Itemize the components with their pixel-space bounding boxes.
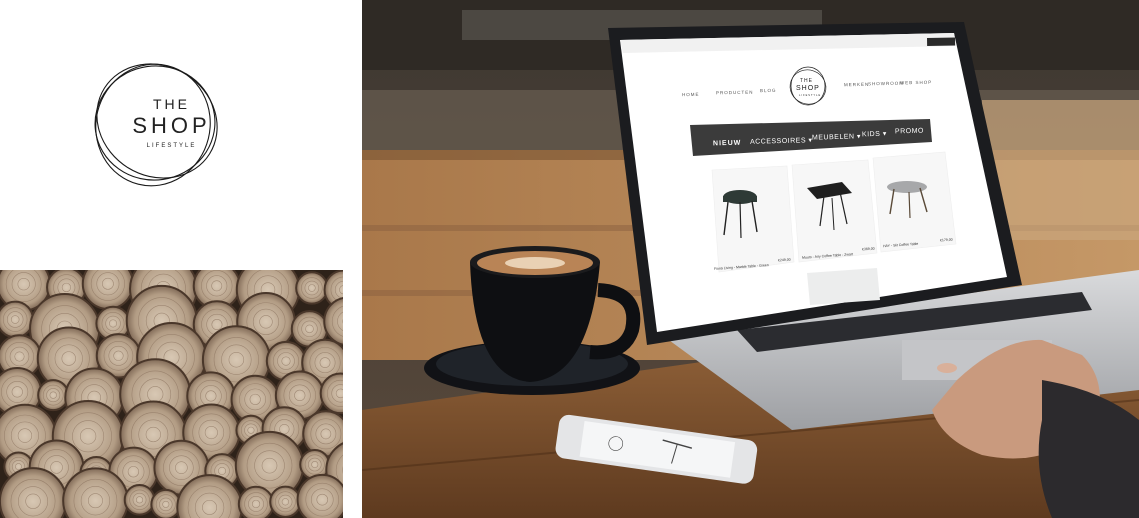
site-logo-shop: SHOP: [796, 85, 820, 92]
log-end: [296, 473, 343, 518]
site-nav-webshop: WEB SHOP: [899, 79, 933, 86]
site-menu-promo: PROMO: [894, 127, 925, 136]
site-menu-accessoires: ACCESSOIRES ▾: [749, 137, 813, 146]
logo-the: THE: [153, 96, 190, 112]
log-end: [0, 300, 35, 339]
site-nav-producten: PRODUCTEN: [715, 89, 754, 96]
log-end: [123, 483, 156, 516]
logo-lifestyle: LIFESTYLE: [146, 143, 197, 149]
log-end: [295, 271, 329, 305]
site-logo-the: THE: [800, 78, 813, 84]
logo-panel: THE SHOP LIFESTYLE: [0, 0, 343, 250]
log-end: [37, 379, 70, 412]
logo-shop: SHOP: [132, 113, 211, 138]
log-end: [269, 485, 302, 518]
photo-scene: [362, 0, 1139, 518]
site-menu-kids: KIDS ▾: [861, 130, 887, 139]
wood-logs-photo: [0, 270, 343, 518]
site-menu-nieuw: NIEUW: [712, 139, 742, 148]
laptop-cafe-photo: HOME PRODUCTEN BLOG MERKEN SHOWROOM WEB …: [362, 0, 1139, 518]
site-nav-merken: MERKEN: [843, 81, 870, 88]
site-nav-home: HOME: [681, 91, 700, 98]
site-nav-showroom: SHOWROOM: [867, 80, 905, 87]
log-end: [237, 485, 275, 518]
wood-logs-image: [0, 270, 343, 518]
site-menu-meubelen: MEUBELEN ▾: [811, 133, 862, 142]
site-logo-lifestyle: LIFESTYLE: [799, 94, 822, 97]
site-nav-blog: BLOG: [759, 87, 777, 94]
